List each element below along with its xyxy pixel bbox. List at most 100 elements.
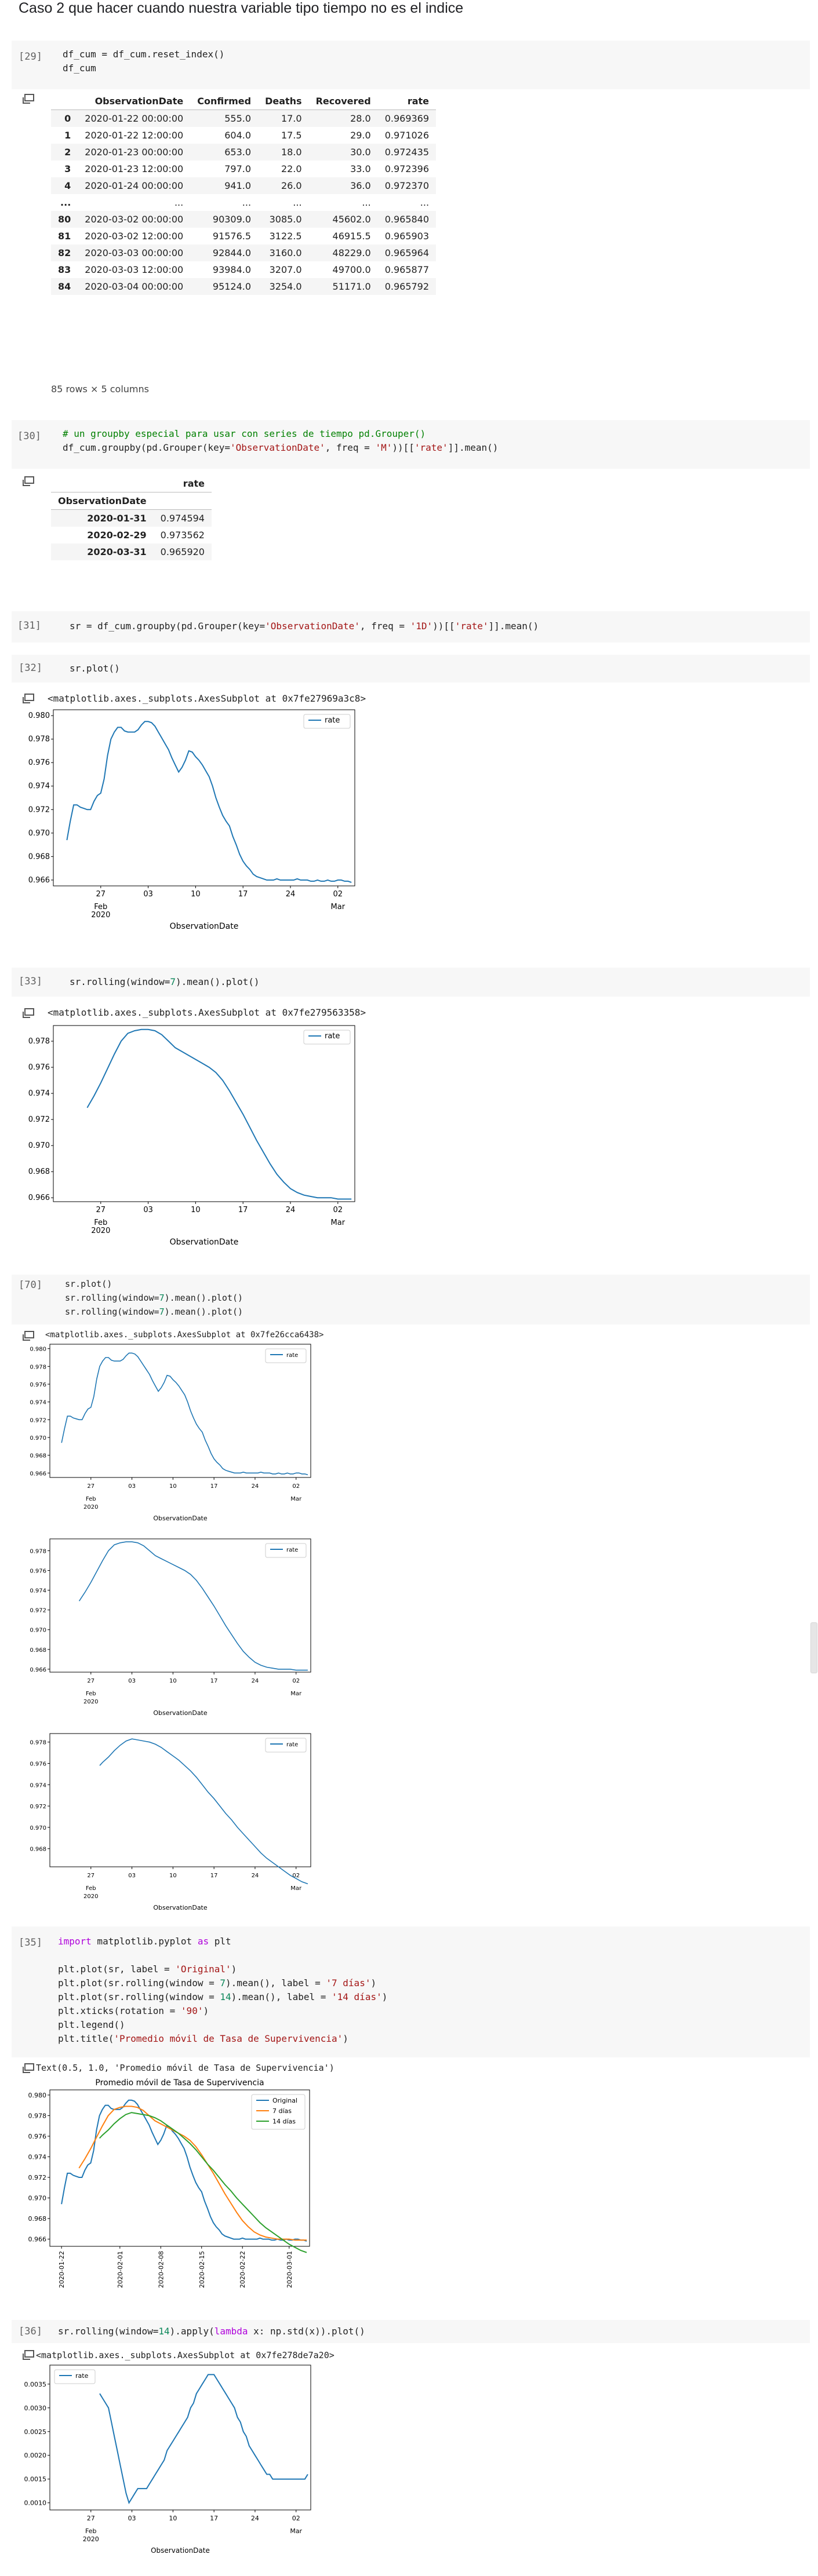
column-header: Deaths [258, 93, 309, 110]
code-line-3[interactable]: plt.plot(sr.rolling(window = 7).mean(), … [58, 1976, 376, 1990]
table-cell: 2020-01-22 12:00:00 [85, 130, 184, 141]
x-axis-label: ObservationDate [153, 1709, 208, 1717]
table-cell: 3 [64, 163, 71, 174]
table-cell: 33.0 [350, 163, 371, 174]
moving-average-chart: 0.966 0.968 0.970 0.972 0.974 0.976 0.978 0.980… [28, 2078, 310, 2288]
plot-frame [49, 2365, 311, 2511]
y-tick-label: 0.0030 [24, 2404, 47, 2412]
y-tick-label: 0.968 [28, 1167, 50, 1176]
code-line-2[interactable]: plt.plot(sr, label = 'Original') [58, 1962, 237, 1976]
y-tick-label: 0.976 [28, 758, 50, 767]
code-line-1[interactable]: sr.plot() [65, 1277, 112, 1291]
table-row: 80 2020-03-02 00:00:00 90309.0 3085.0 45602.… [51, 211, 437, 228]
x-minor-label: 2020 [91, 1227, 110, 1235]
column-header: Confirmed [190, 93, 259, 110]
col-rate: rate [153, 475, 212, 492]
x-tick-label: 02 [333, 1206, 343, 1214]
code-line[interactable]: sr = df_cum.groupby(pd.Grouper(key='Obse… [70, 619, 539, 633]
code-line-4[interactable]: plt.plot(sr.rolling(window = 14).mean(),… [58, 1990, 387, 2004]
table-row: 1 2020-01-22 12:00:00 604.0 17.5 29.0 0.97102… [51, 127, 436, 144]
code-cell-36[interactable]: [36] sr.rolling(window=14).apply(lambda … [12, 2320, 810, 2343]
plot-frame [53, 1025, 355, 1202]
x-tick-label: 27 [87, 2515, 95, 2522]
code-line-1[interactable]: import matplotlib.pyplot as plt [58, 1935, 231, 1949]
table-cell: ... [362, 197, 371, 208]
y-tick-label: 0.978 [30, 1740, 46, 1746]
code-cell-35[interactable]: [35] import matplotlib.pyplot as plt plt… [12, 1926, 810, 2057]
table-cell: 2 [64, 147, 71, 158]
code-cell-33[interactable]: [33] sr.rolling(window=7).mean().plot() [12, 968, 810, 997]
code-line[interactable]: sr.rolling(window=14).apply(lambda x: np… [58, 2325, 365, 2338]
code-cell-32[interactable]: [32] sr.plot() [12, 655, 810, 683]
table-cell: ... [60, 197, 71, 208]
table-cell: 3160.0 [269, 247, 302, 258]
x-axis-label: ObservationDate [153, 1515, 208, 1522]
y-tick-label: 0.970 [30, 1628, 46, 1634]
output-icon[interactable] [22, 476, 35, 487]
x-axis-label: ObservationDate [170, 1238, 239, 1247]
y-tick-label: 0.0015 [24, 2476, 47, 2483]
index-cell: 2020-01-31 [87, 513, 147, 524]
x-tick-label: 03 [128, 1483, 136, 1490]
y-tick-label: 0.966 [30, 1471, 46, 1477]
code-line-2[interactable]: df_cum [63, 61, 96, 75]
table-cell: 0.965964 [384, 247, 430, 258]
code-line-2[interactable]: sr.rolling(window=7).mean().plot() [65, 1291, 243, 1305]
table-cell: 91576.5 [212, 231, 252, 242]
code-cell-70[interactable]: [70] sr.plot() sr.rolling(window=7).mean… [12, 1275, 810, 1325]
overlay-plot-1: 0.966 0.968 0.970 0.972 0.974 0.976 0.978 0.980… [30, 1344, 311, 1522]
code-line[interactable]: sr.rolling(window=7).mean().plot() [70, 975, 260, 989]
table-cell: 83 [58, 264, 71, 275]
output-icon[interactable] [22, 694, 35, 704]
code-line-7[interactable]: plt.title('Promedio móvil de Tasa de Sup… [58, 2032, 348, 2046]
x-tick-label: 02 [333, 890, 343, 899]
code-line-6[interactable]: plt.legend() [58, 2018, 125, 2032]
y-tick-label: 0.966 [28, 876, 50, 885]
output-icon[interactable] [22, 94, 35, 104]
code-line-5[interactable]: plt.xticks(rotation = '90') [58, 2004, 209, 2018]
y-tick-label: 0.978 [28, 735, 50, 744]
y-tick-label: 0.980 [28, 2092, 47, 2099]
code-line[interactable]: sr.plot() [70, 662, 120, 676]
table-row: 0 2020-01-22 00:00:00 555.0 17.0 28.0 0.96936… [51, 110, 437, 127]
x-minor-label: Mar [290, 2527, 302, 2535]
code-line-3[interactable]: sr.rolling(window=7).mean().plot() [65, 1305, 243, 1319]
table-row: .................. [51, 194, 436, 211]
code-cell-29[interactable]: [29] df_cum = df_cum.reset_index() df_cu… [12, 41, 810, 89]
table-cell: 17.0 [281, 113, 302, 124]
code-cell-30[interactable]: [30] # un groupby especial para usar con… [12, 420, 810, 469]
scrollbar-thumb[interactable] [810, 1622, 817, 1673]
legend-label: 14 días [272, 2118, 296, 2125]
x-tick-label: 17 [210, 1678, 218, 1684]
x-minor-label: 2020 [91, 911, 110, 920]
x-axis-label: ObservationDate [151, 2546, 210, 2555]
code-cell-31[interactable]: [31] sr = df_cum.groupby(pd.Grouper(key=… [12, 611, 810, 643]
y-tick-label: 0.976 [28, 2133, 47, 2140]
table-cell: 2020-03-02 00:00:00 [85, 214, 184, 225]
x-tick-label: 10 [191, 1206, 201, 1214]
y-tick-label: 0.966 [28, 1194, 50, 1202]
table-cell: 36.0 [350, 180, 371, 191]
y-tick-label: 0.972 [30, 1804, 46, 1810]
table-cell: 81 [58, 231, 71, 242]
code-line-2[interactable]: df_cum.groupby(pd.Grouper(key='Observati… [63, 441, 498, 455]
y-tick-label: 0.974 [28, 2153, 47, 2161]
column-header [51, 93, 78, 110]
table-cell: 2020-03-03 12:00:00 [85, 264, 184, 275]
x-minor-label: Feb [94, 903, 107, 911]
output-icon[interactable] [22, 1008, 35, 1019]
y-tick-label: 0.980 [28, 711, 50, 720]
x-minor-label: 2020 [83, 2535, 99, 2543]
y-tick-label: 0.968 [28, 852, 50, 861]
code-line-1[interactable]: df_cum = df_cum.reset_index() [63, 48, 224, 61]
table-cell: 0.965903 [384, 231, 430, 242]
table-row: 84 2020-03-04 00:00:00 95124.0 3254.0 51171.… [51, 278, 437, 295]
table-cell: 93984.0 [212, 264, 252, 275]
y-tick-label: 0.968 [28, 2215, 47, 2223]
output-text: <matplotlib.axes._subplots.AxesSubplot a… [45, 1330, 324, 1340]
dataframe-table: ObservationDate Confirmed Deaths Recovered r… [51, 93, 437, 295]
y-tick-label: 0.976 [28, 1063, 50, 1072]
y-tick-label: 0.976 [30, 1382, 46, 1388]
x-tick-label: 2020-02-01 [117, 2251, 124, 2288]
code-comment[interactable]: # un groupby especial para usar con seri… [63, 428, 426, 439]
